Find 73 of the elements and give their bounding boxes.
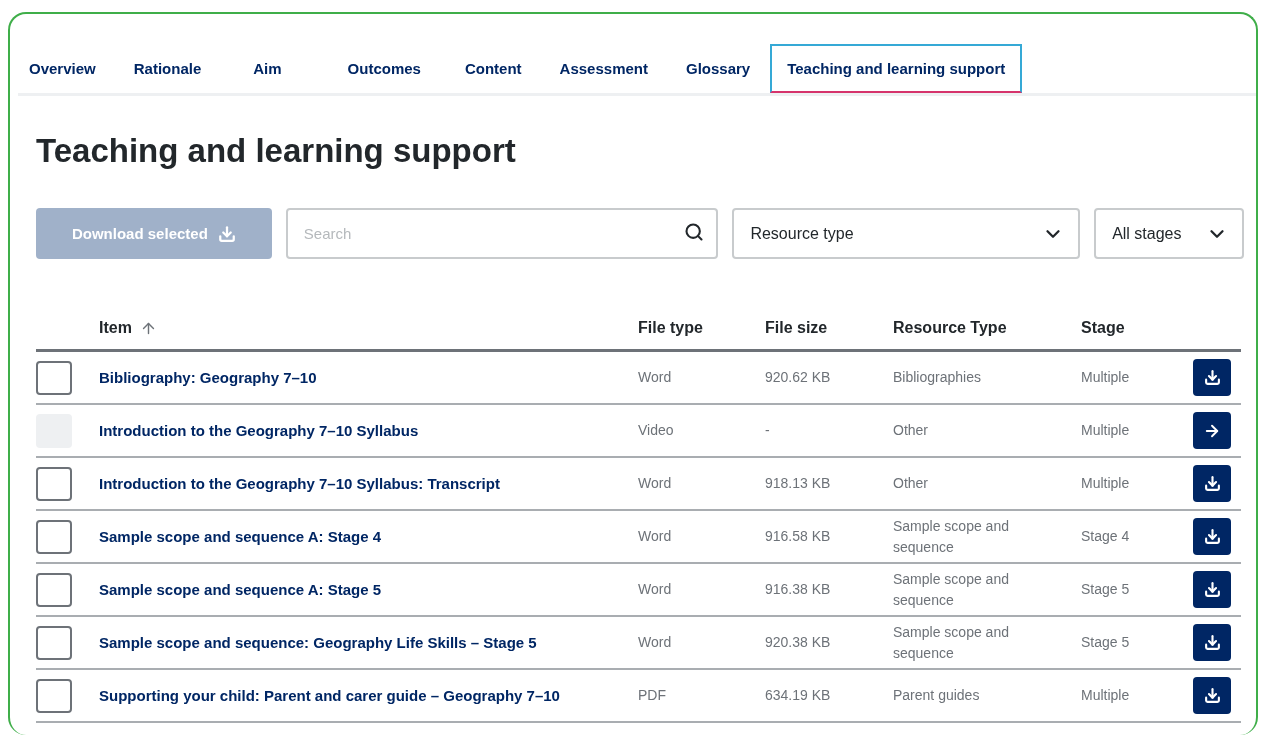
nav-tab[interactable]: Glossary bbox=[684, 44, 753, 93]
table-cell-text: Word bbox=[638, 368, 672, 388]
item-link[interactable]: Sample scope and sequence A: Stage 4 bbox=[99, 525, 382, 548]
column-header[interactable]: File type bbox=[638, 319, 703, 337]
table-cell-text: Word bbox=[638, 580, 672, 600]
table-cell-text: Stage 5 bbox=[1081, 580, 1130, 600]
nav-tab[interactable]: Teaching and learning support bbox=[770, 44, 1023, 93]
row-checkbox[interactable] bbox=[36, 625, 72, 660]
column-header[interactable]: Item bbox=[99, 319, 132, 337]
table-cell-text: 916.38 KB bbox=[765, 580, 831, 600]
table-cell-text: 920.62 KB bbox=[765, 368, 831, 388]
column-header[interactable]: File size bbox=[765, 319, 828, 337]
table-cell-text: Bibliographies bbox=[893, 368, 981, 388]
nav-tab[interactable]: Rationale bbox=[131, 44, 204, 93]
nav-tab[interactable]: Assessment bbox=[557, 44, 650, 93]
table-cell-text: Word bbox=[638, 633, 672, 653]
column-header[interactable]: Resource Type bbox=[893, 319, 1007, 337]
download-icon bbox=[1203, 369, 1221, 386]
download-button[interactable] bbox=[1193, 518, 1231, 555]
download-icon bbox=[217, 224, 236, 243]
table-cell-text: 634.19 KB bbox=[765, 686, 831, 706]
column-header[interactable]: Stage bbox=[1081, 319, 1125, 337]
resource-type-dropdown[interactable]: Resource type bbox=[732, 208, 1081, 259]
table-cell-text: Video bbox=[638, 421, 674, 441]
table-cell-text: Multiple bbox=[1081, 686, 1130, 706]
download-icon bbox=[1203, 475, 1221, 492]
table-cell-text: Other bbox=[893, 421, 928, 441]
download-button[interactable] bbox=[1193, 465, 1231, 502]
dropdown-value: Resource type bbox=[750, 224, 854, 243]
item-link[interactable]: Sample scope and sequence A: Stage 5 bbox=[99, 578, 382, 601]
table-cell-text: Parent guides bbox=[893, 686, 980, 706]
row-checkbox[interactable] bbox=[36, 572, 72, 607]
nav-tab[interactable]: Content bbox=[462, 44, 524, 93]
download-icon bbox=[1203, 687, 1221, 704]
table-cell-text: 916.58 KB bbox=[765, 527, 831, 547]
row-checkbox[interactable] bbox=[36, 360, 72, 395]
download-button[interactable] bbox=[1193, 571, 1231, 608]
table-cell-text: - bbox=[765, 421, 770, 441]
download-button[interactable] bbox=[1193, 624, 1231, 661]
page-heading: Teaching and learning support bbox=[36, 132, 517, 170]
nav-tab[interactable]: Overview bbox=[27, 44, 98, 93]
table-cell-text: Sample scope and sequence bbox=[893, 517, 1010, 557]
table-cell-text: Multiple bbox=[1081, 474, 1130, 494]
table-cell-text: PDF bbox=[638, 686, 666, 706]
download-button[interactable] bbox=[1193, 677, 1231, 714]
row-checkbox[interactable] bbox=[36, 519, 72, 554]
table-cell-text: Stage 5 bbox=[1081, 633, 1130, 653]
table-cell-text: Multiple bbox=[1081, 421, 1130, 441]
item-link[interactable]: Introduction to the Geography 7–10 Syllabus: Transcript bbox=[99, 472, 500, 495]
table-cell-text: Multiple bbox=[1081, 368, 1130, 388]
search-field[interactable]: Search bbox=[285, 208, 719, 259]
stage-dropdown[interactable]: All stages bbox=[1094, 208, 1244, 259]
item-link[interactable]: Supporting your child: Parent and carer guide – Geography 7–10 bbox=[99, 684, 560, 707]
table-cell-text: Stage 4 bbox=[1081, 527, 1130, 547]
row-checkbox[interactable] bbox=[36, 678, 72, 713]
item-link[interactable]: Sample scope and sequence: Geography Life Skills – Stage 5 bbox=[99, 631, 537, 654]
nav-tab[interactable]: Outcomes bbox=[345, 44, 423, 93]
table-cell-text: Sample scope and sequence bbox=[893, 623, 1010, 663]
nav-tab[interactable]: Aim bbox=[251, 44, 284, 93]
download-icon bbox=[1203, 528, 1221, 545]
download-icon bbox=[1203, 581, 1221, 598]
search-icon bbox=[684, 222, 705, 242]
table-cell-text: Sample scope and sequence bbox=[893, 570, 1010, 610]
table-cell-text: 920.38 KB bbox=[765, 633, 831, 653]
row-checkbox[interactable] bbox=[36, 466, 72, 501]
download-button[interactable] bbox=[1193, 359, 1231, 396]
item-link[interactable]: Bibliography: Geography 7–10 bbox=[99, 366, 317, 389]
table-cell-text: 918.13 KB bbox=[765, 474, 831, 494]
download-icon bbox=[1203, 634, 1221, 651]
table-cell-text: Other bbox=[893, 474, 928, 494]
dropdown-value: All stages bbox=[1112, 224, 1182, 243]
table-cell-text: Word bbox=[638, 474, 672, 494]
table-cell-text: Word bbox=[638, 527, 672, 547]
